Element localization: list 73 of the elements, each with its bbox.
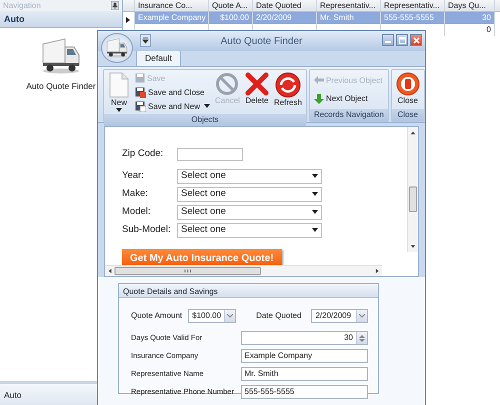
dropdown-field[interactable]: $100.00 [188, 309, 236, 323]
vertical-scrollbar[interactable] [407, 127, 418, 252]
table-cell: Mr. Smith [317, 12, 381, 24]
truck-icon [41, 38, 81, 74]
prohibited-icon [215, 72, 240, 96]
truck-icon [106, 38, 128, 58]
dropdown-field[interactable]: Select one [177, 204, 322, 220]
column-header[interactable]: Quote A... [209, 0, 253, 11]
group-label: Objects [104, 114, 306, 126]
ribbon-tab[interactable]: Default [136, 50, 181, 66]
column-header[interactable]: Days Qu... [445, 0, 495, 11]
ribbon-button[interactable]: Save and New [133, 100, 212, 112]
zip-code-field[interactable] [177, 148, 243, 160]
ribbon-button[interactable]: Delete [242, 71, 271, 113]
window-title: Auto Quote Finder [220, 34, 302, 48]
spin-arrows-icon [359, 334, 365, 342]
ribbon-button[interactable]: Save and Close [133, 86, 212, 98]
column-header[interactable]: Date Quoted [253, 0, 317, 11]
caret-icon [116, 108, 122, 112]
group-title: Quote Details and Savings [119, 284, 378, 298]
arrow-icon [314, 76, 324, 84]
table-cell: Example Company [135, 12, 209, 24]
ribbon-button[interactable]: Close [394, 71, 422, 108]
caret-icon [312, 228, 318, 232]
cross-icon [244, 72, 269, 96]
dropdown-field[interactable]: Select one [177, 168, 322, 184]
refresh-icon [274, 72, 301, 98]
dropdown-field[interactable]: Select one [177, 222, 322, 238]
ribbon-button[interactable]: Next Object [312, 92, 384, 106]
caret-icon [359, 314, 365, 318]
caret-icon [227, 314, 234, 318]
table-cell: 0 [445, 24, 495, 36]
field-label: Sub-Model: [122, 222, 172, 237]
caret-icon [312, 192, 318, 196]
group-label: Records Navigation [310, 109, 388, 121]
table-cell: 30 [445, 12, 495, 24]
field-label: Quote Amount [131, 310, 182, 322]
arrow-icon [314, 94, 324, 104]
caret-icon [204, 104, 210, 108]
maximize-button[interactable] [396, 34, 408, 46]
column-header[interactable]: Insurance Co... [135, 0, 209, 11]
pin-icon[interactable] [111, 1, 119, 10]
horizontal-scrollbar[interactable] [105, 265, 382, 276]
ribbon-button[interactable]: Refresh [272, 71, 304, 113]
quick-access-button[interactable] [140, 34, 151, 47]
caret-icon [312, 210, 318, 214]
dropdown-field[interactable]: 2/20/2009 [311, 309, 368, 323]
close-button[interactable] [410, 34, 422, 46]
column-header[interactable]: Representativ... [381, 0, 445, 11]
group-label: Close [392, 109, 424, 121]
pane-title: Navigation [3, 0, 41, 10]
document-icon [108, 72, 130, 98]
field-label: Model: [122, 204, 152, 219]
column-header[interactable]: Representativ... [317, 0, 381, 11]
app-button[interactable] [101, 33, 133, 63]
spin-field[interactable]: 30 [240, 331, 368, 345]
field-label: Year: [122, 168, 145, 183]
caret-icon [312, 174, 318, 178]
power-icon [396, 72, 420, 96]
field-label: Zip Code: [122, 146, 164, 161]
table-cell: $100.00 [209, 12, 253, 24]
text-field[interactable]: Example Company [240, 349, 368, 363]
table-cell: 2/20/2009 [253, 12, 317, 24]
group-header[interactable]: Auto [0, 11, 122, 28]
text-field[interactable]: Mr. Smith [240, 367, 368, 381]
table-cell: 555-555-5555 [381, 12, 445, 24]
minimize-button[interactable] [382, 34, 394, 46]
maximize-icon [398, 36, 406, 44]
field-label: Make: [122, 186, 149, 201]
field-label: Date Quoted [256, 310, 302, 322]
text-field[interactable]: 555-555-5555 [240, 385, 368, 399]
dropdown-field[interactable]: Select one [177, 186, 322, 202]
close-icon [412, 36, 420, 44]
